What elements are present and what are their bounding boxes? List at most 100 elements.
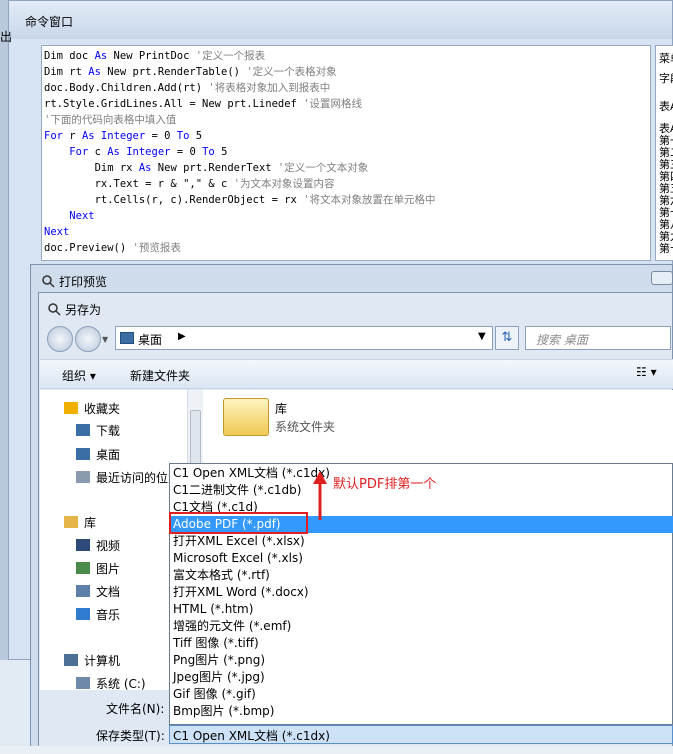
nav-item-desktop[interactable]: 桌面 xyxy=(96,446,120,463)
code-line[interactable]: rt.Cells(r, c).RenderObject = rx '将文本对象放… xyxy=(44,192,436,208)
documents-icon xyxy=(76,585,90,597)
code-line[interactable]: rt.Style.GridLines.All = New prt.Linedef… xyxy=(44,96,362,112)
file-type-option[interactable]: Tiff 图像 (*.tiff) xyxy=(173,635,671,652)
address-text: 桌面 xyxy=(138,333,163,347)
view-options-icon[interactable]: ☷ ▾ xyxy=(636,365,668,383)
code-editor[interactable]: Dim doc As New PrintDoc '定义一个报表 Dim rt As… xyxy=(41,45,651,261)
code-token: Integer xyxy=(126,146,171,158)
code-line[interactable]: '下面的代码向表格中填入值 xyxy=(44,112,176,128)
file-type-option[interactable]: 增强的元文件 (*.emf) xyxy=(173,618,671,635)
desktop-icon xyxy=(76,448,90,460)
code-token: doc.Body.Children.Add(rt) xyxy=(44,82,209,94)
field-item[interactable]: 表A xyxy=(659,98,673,114)
code-line[interactable]: rx.Text = r & "," & c '为文本对象设置内容 xyxy=(44,176,335,192)
library-name[interactable]: 库 xyxy=(275,400,287,417)
code-token: Next xyxy=(69,210,95,222)
code-line[interactable]: For r As Integer = 0 To 5 xyxy=(44,128,202,144)
nav-item-system-drive[interactable]: 系统 (C:) xyxy=(96,675,146,692)
favorites-icon xyxy=(64,402,78,414)
command-window-title: 命令窗口 xyxy=(25,15,74,29)
organize-button[interactable]: 组织 ▾ xyxy=(62,367,96,384)
nav-item-recent[interactable]: 最近访问的位置 xyxy=(96,469,180,486)
minimize-button[interactable] xyxy=(651,271,673,285)
new-folder-button[interactable]: 新建文件夹 xyxy=(130,367,190,384)
system-drive-icon xyxy=(76,677,90,689)
toolbar: 组织 ▾ 新建文件夹 ☷ ▾ xyxy=(40,359,673,389)
code-token: As xyxy=(138,162,152,174)
library-type: 系统文件夹 xyxy=(275,420,336,434)
command-window-titlebar: 命令窗口 xyxy=(9,1,672,39)
code-token: To xyxy=(202,146,215,158)
code-token: rx.Text = r & "," & c xyxy=(44,178,234,190)
file-type-option[interactable]: 打开XML Word (*.docx) xyxy=(173,584,671,601)
code-line[interactable]: Dim doc As New PrintDoc '定义一个报表 xyxy=(44,48,265,64)
recent-icon xyxy=(76,471,90,483)
nav-item-favorites[interactable]: 收藏夹 xyxy=(84,400,120,417)
chevron-down-icon[interactable]: ▼ xyxy=(478,331,486,342)
file-type-dropdown-list[interactable]: C1 Open XML文档 (*.c1dx) C1二进制文件 (*.c1db) C1… xyxy=(169,463,673,725)
code-line[interactable]: Next xyxy=(44,224,69,240)
code-token: Integer xyxy=(100,130,146,142)
computer-icon xyxy=(64,654,78,666)
file-type-option[interactable]: 打开XML Excel (*.xlsx) xyxy=(173,533,671,550)
chevron-right-icon[interactable]: ▶ xyxy=(178,331,186,342)
code-token: rt.Cells(r, c).RenderObject = rx xyxy=(44,194,304,206)
file-type-option[interactable]: Png图片 (*.png) xyxy=(173,652,671,669)
right-field-panel[interactable]: 菜单字段表A表A第一第二第三第四第五第六第七第八第九第十 xyxy=(655,45,673,261)
code-line[interactable]: Dim rt As New prt.RenderTable() '定义一个表格对… xyxy=(44,64,337,80)
refresh-button[interactable]: ⇅ xyxy=(495,326,519,350)
code-token: To xyxy=(176,130,190,142)
search-input[interactable]: 搜索 桌面 xyxy=(525,326,671,350)
field-item[interactable]: 字段 xyxy=(659,70,673,86)
nav-item-pictures[interactable]: 图片 xyxy=(96,560,120,577)
file-type-option[interactable]: Bmp图片 (*.bmp) xyxy=(173,703,671,720)
save-as-title: 另存为 xyxy=(65,303,102,317)
code-token: '将表格对象加入到报表中 xyxy=(208,82,331,94)
file-type-option[interactable]: Microsoft Excel (*.xls) xyxy=(173,550,671,567)
history-dropdown-icon[interactable]: ▼ xyxy=(102,335,108,344)
code-line[interactable]: doc.Body.Children.Add(rt) '将表格对象加入到报表中 xyxy=(44,80,330,96)
code-token: rt.Style.GridLines.All = New prt.Linedef xyxy=(44,98,304,110)
address-bar[interactable]: 桌面 ▶ ▼ xyxy=(115,326,493,350)
field-item[interactable]: 第十 xyxy=(659,240,673,256)
desktop-icon xyxy=(120,332,134,344)
left-background-strip xyxy=(0,660,30,746)
nav-item-downloads[interactable]: 下载 xyxy=(96,422,120,439)
code-token: '定义一个报表 xyxy=(195,50,266,62)
filetype-label: 保存类型(T): xyxy=(96,729,165,743)
code-token: '将文本对象放置在单元格中 xyxy=(303,194,436,206)
code-token: '下面的代码向表格中填入值 xyxy=(44,114,177,126)
left-edge-label: 出 xyxy=(0,30,13,44)
file-type-option[interactable]: HTML (*.htm) xyxy=(173,601,671,618)
back-button[interactable] xyxy=(47,326,73,352)
annotation-text: 默认PDF排第一个 xyxy=(333,477,437,492)
nav-item-computer[interactable]: 计算机 xyxy=(84,652,120,669)
downloads-icon xyxy=(76,424,90,436)
filetype-select[interactable]: C1 Open XML文档 (*.c1dx) xyxy=(169,725,673,744)
file-type-option[interactable]: Gif 图像 (*.gif) xyxy=(173,686,671,703)
code-line[interactable]: doc.Preview() '预览报表 xyxy=(44,240,181,256)
code-token: '定义一个文本对象 xyxy=(277,162,369,174)
nav-item-music[interactable]: 音乐 xyxy=(96,606,120,623)
file-type-option[interactable]: 富文本格式 (*.rtf) xyxy=(173,567,671,584)
status-strip xyxy=(0,746,673,754)
nav-item-videos[interactable]: 视频 xyxy=(96,537,120,554)
code-token: '为文本对象设置内容 xyxy=(233,178,335,190)
code-line[interactable]: Dim rx As New prt.RenderText '定义一个文本对象 xyxy=(44,160,369,176)
code-token: r xyxy=(62,130,82,142)
code-token: For xyxy=(44,130,63,142)
code-token: '预览报表 xyxy=(132,242,181,254)
code-token: Dim doc xyxy=(44,50,95,62)
code-line[interactable]: Next xyxy=(44,208,95,224)
library-folder-icon[interactable] xyxy=(223,398,269,436)
nav-item-documents[interactable]: 文档 xyxy=(96,583,120,600)
code-line[interactable]: For c As Integer = 0 To 5 xyxy=(44,144,227,160)
file-type-option[interactable]: Jpeg图片 (*.jpg) xyxy=(173,669,671,686)
field-item[interactable]: 菜单 xyxy=(659,50,673,66)
forward-button[interactable] xyxy=(75,326,101,352)
print-preview-title: 打印预览 xyxy=(59,275,108,289)
code-token: New prt.RenderTable() xyxy=(100,66,247,78)
nav-item-libraries[interactable]: 库 xyxy=(84,514,96,531)
search-icon xyxy=(48,303,61,316)
